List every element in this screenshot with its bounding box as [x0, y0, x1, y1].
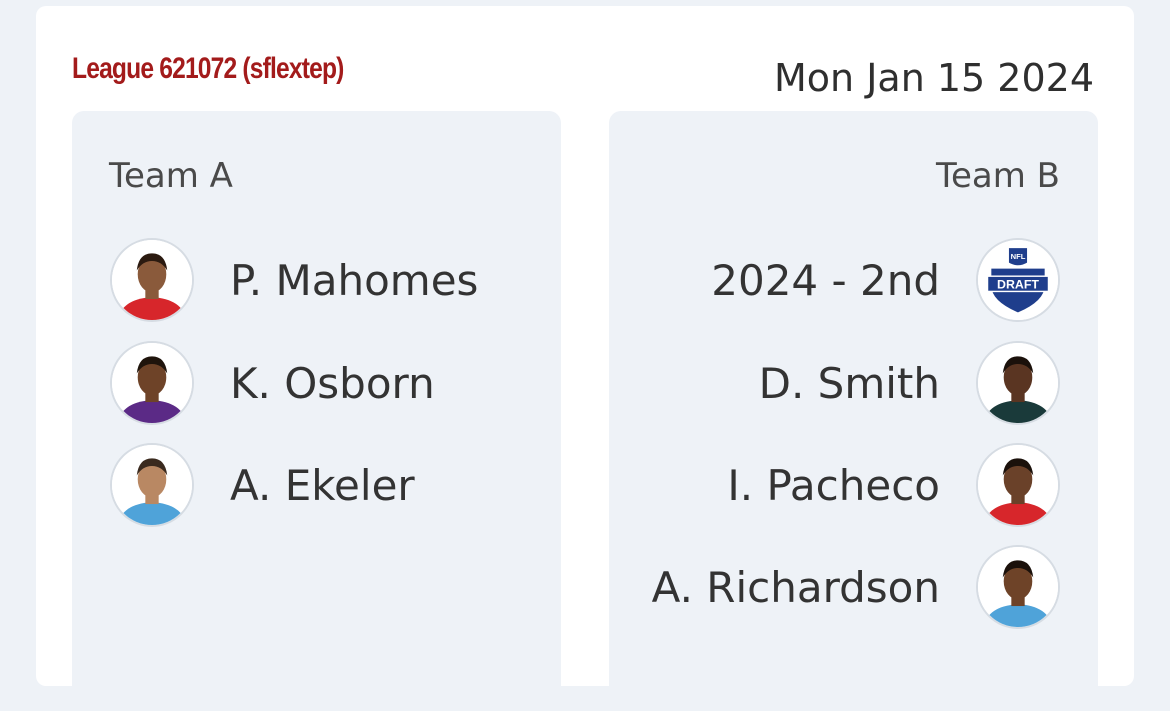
team-a-player[interactable]: P. Mahomes: [110, 236, 530, 324]
team-a-label: Team A: [109, 156, 233, 196]
nfl-draft-logo-icon: DRAFT NFL: [976, 238, 1060, 322]
team-b-player[interactable]: A. Richardson: [640, 543, 1060, 631]
player-name: P. Mahomes: [230, 256, 479, 305]
player-avatar: [110, 238, 194, 322]
player-avatar: [976, 443, 1060, 527]
player-avatar: [110, 443, 194, 527]
player-avatar: [976, 341, 1060, 425]
trade-date: Mon Jan 15 2024: [774, 56, 1094, 100]
team-b-label: Team B: [936, 156, 1060, 196]
draft-pick-label: 2024 - 2nd: [711, 256, 940, 305]
player-name: A. Ekeler: [230, 461, 415, 510]
svg-text:NFL: NFL: [1011, 252, 1026, 261]
player-name: K. Osborn: [230, 359, 435, 408]
league-title[interactable]: League 621072 (sflextep): [72, 52, 344, 86]
team-b-player[interactable]: I. Pacheco: [640, 441, 1060, 529]
team-b-player[interactable]: D. Smith: [640, 339, 1060, 427]
player-name: A. Richardson: [651, 563, 940, 612]
svg-text:DRAFT: DRAFT: [997, 278, 1039, 292]
team-a-player[interactable]: K. Osborn: [110, 339, 530, 427]
player-name: D. Smith: [758, 359, 940, 408]
player-avatar: [110, 341, 194, 425]
team-a-player[interactable]: A. Ekeler: [110, 441, 530, 529]
player-avatar: [976, 545, 1060, 629]
team-b-draft-pick[interactable]: DRAFT NFL 2024 - 2nd: [640, 236, 1060, 324]
player-name: I. Pacheco: [727, 461, 940, 510]
